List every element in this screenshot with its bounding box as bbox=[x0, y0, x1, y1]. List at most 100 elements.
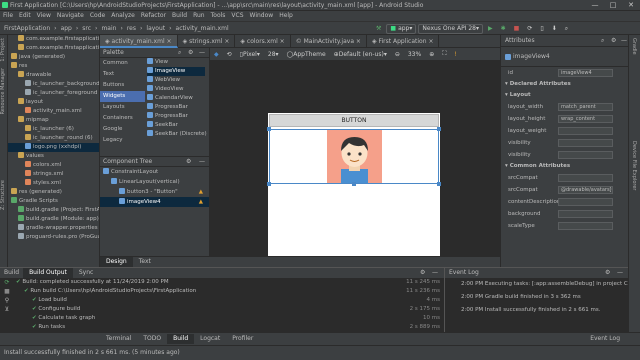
resize-handle[interactable] bbox=[352, 182, 356, 186]
breadcrumb-item[interactable]: layout bbox=[142, 22, 169, 35]
attr-value-input[interactable] bbox=[558, 151, 613, 159]
attr-value-input[interactable] bbox=[558, 198, 613, 206]
pin-icon[interactable]: ⊻ bbox=[5, 306, 9, 315]
palette-item[interactable]: ProgressBar bbox=[147, 112, 205, 121]
stop-icon[interactable]: ■ bbox=[511, 24, 523, 34]
maximize-button[interactable]: □ bbox=[604, 0, 622, 11]
project-tree-item[interactable]: com.example.firstapplication bbox=[8, 35, 99, 44]
settings-icon[interactable]: ⚙ bbox=[611, 37, 616, 44]
zoom-fit-icon[interactable]: ⛶ bbox=[439, 49, 449, 59]
component-tree-item[interactable]: ConstraintLayout bbox=[100, 167, 209, 177]
filter-icon[interactable]: ⚲ bbox=[5, 297, 9, 306]
preview-button[interactable]: BUTTON bbox=[269, 114, 439, 127]
editor-tab[interactable]: © MainActivity.java × bbox=[291, 34, 367, 48]
project-tree-item[interactable]: res bbox=[8, 62, 99, 71]
attr-value-input[interactable]: wrap_content bbox=[558, 115, 613, 123]
resize-handle[interactable] bbox=[267, 182, 271, 186]
tab-design[interactable]: Design bbox=[100, 257, 133, 267]
settings-icon[interactable]: ⚙ bbox=[420, 268, 425, 278]
locale-select[interactable]: ⊕ Default (en-us) ▾ bbox=[331, 49, 390, 59]
tool-tab-todo[interactable]: TODO bbox=[137, 334, 167, 344]
project-tree-item[interactable]: Gradle Scripts bbox=[8, 197, 99, 206]
stop-icon[interactable]: ■ bbox=[4, 288, 10, 297]
tool-tab-event-log[interactable]: Event Log bbox=[584, 334, 626, 344]
build-line[interactable]: ✔ Run tasks 2 s 889 ms bbox=[14, 323, 440, 332]
palette-category[interactable]: Widgets bbox=[100, 91, 145, 102]
project-tree-item[interactable]: styles.xml bbox=[8, 179, 99, 188]
project-tree-item[interactable]: java (generated) bbox=[8, 53, 99, 62]
close-button[interactable]: ✕ bbox=[622, 0, 640, 11]
attr-value-input[interactable] bbox=[558, 222, 613, 230]
menu-build[interactable]: Build bbox=[169, 11, 190, 21]
build-line[interactable]: ✔ Run build C:\Users\hp\AndroidStudioPro… bbox=[14, 287, 440, 296]
debug-icon[interactable]: ✱ bbox=[498, 24, 509, 34]
attr-value-input[interactable]: @drawable/avatars[0] bbox=[558, 186, 613, 194]
attr-section-header[interactable]: ▾ Declared Attributes bbox=[501, 79, 628, 90]
project-tree-item[interactable]: activity_main.xml bbox=[8, 107, 99, 116]
structure-tool-tab[interactable]: Z: Structure bbox=[0, 177, 6, 213]
warning-icon[interactable]: ▲ bbox=[199, 187, 203, 197]
project-tool-tab[interactable]: 1: Project bbox=[0, 35, 6, 65]
device-file-explorer-tab[interactable]: Device File Explorer bbox=[631, 138, 637, 193]
palette-item[interactable]: VideoView bbox=[147, 85, 205, 94]
build-line[interactable]: ✔ Load build 4 ms bbox=[14, 296, 440, 305]
close-icon[interactable]: × bbox=[428, 38, 433, 45]
menu-view[interactable]: View bbox=[34, 11, 54, 21]
resize-handle[interactable] bbox=[267, 127, 271, 131]
rebuild-icon[interactable]: ⟳ bbox=[4, 279, 9, 288]
breadcrumb-item[interactable]: FirstApplication bbox=[0, 22, 54, 35]
tool-tab-terminal[interactable]: Terminal bbox=[100, 334, 137, 344]
menu-run[interactable]: Run bbox=[190, 11, 208, 21]
palette-item[interactable]: SeekBar bbox=[147, 121, 205, 130]
project-tree-item[interactable]: layout bbox=[8, 98, 99, 107]
palette-item[interactable]: WebView bbox=[147, 76, 205, 85]
menu-window[interactable]: Window bbox=[247, 11, 277, 21]
menu-help[interactable]: Help bbox=[276, 11, 296, 21]
tab-sync[interactable]: Sync bbox=[73, 268, 99, 278]
palette-item[interactable]: SeekBar (Discrete) bbox=[147, 130, 207, 139]
project-tree-item[interactable]: gradle-wrapper.properties (Gradle Versio… bbox=[8, 224, 99, 233]
menu-vcs[interactable]: VCS bbox=[228, 11, 246, 21]
close-icon[interactable]: × bbox=[280, 38, 285, 45]
project-tree-item[interactable]: res (generated) bbox=[8, 188, 99, 197]
component-tree-item[interactable]: imageView4 ▲ bbox=[100, 197, 209, 207]
gradle-tool-tab[interactable]: Gradle bbox=[631, 35, 637, 58]
editor-tab[interactable]: ◈ colors.xml × bbox=[235, 34, 291, 48]
attr-value-input[interactable] bbox=[558, 210, 613, 218]
settings-icon[interactable]: ⚙ bbox=[188, 49, 193, 56]
project-tree-item[interactable]: ic_launcher_background bbox=[8, 80, 99, 89]
menu-analyze[interactable]: Analyze bbox=[108, 11, 138, 21]
breadcrumb-item[interactable]: src bbox=[78, 22, 95, 35]
menu-navigate[interactable]: Navigate bbox=[54, 11, 87, 21]
sdk-manager-icon[interactable]: ⬇ bbox=[549, 24, 560, 34]
attr-value-input[interactable] bbox=[558, 174, 613, 182]
tool-tab-profiler[interactable]: Profiler bbox=[226, 334, 259, 344]
attr-value-input[interactable] bbox=[558, 139, 613, 147]
breadcrumb-item[interactable]: app bbox=[57, 22, 76, 35]
sync-icon[interactable]: ⟳ bbox=[524, 24, 535, 34]
attr-section-header[interactable]: ▾ Layout bbox=[501, 90, 628, 101]
palette-item[interactable]: CalendarView bbox=[147, 94, 205, 103]
project-tree-item[interactable]: build.gradle (Module: app) bbox=[8, 215, 99, 224]
menu-file[interactable]: File bbox=[0, 11, 16, 21]
search-icon[interactable]: ⌕ bbox=[178, 49, 181, 57]
hammer-icon[interactable]: ⚒ bbox=[373, 24, 384, 34]
tab-text[interactable]: Text bbox=[133, 257, 157, 267]
run-config-select[interactable]: ■ app ▾ bbox=[386, 23, 417, 34]
project-tree-item[interactable]: ic_launcher_foreground bbox=[8, 89, 99, 98]
minimize-icon[interactable]: — bbox=[621, 37, 627, 44]
component-tree-item[interactable]: LinearLayout(vertical) bbox=[100, 177, 209, 187]
run-icon[interactable]: ▶ bbox=[485, 24, 496, 34]
avd-manager-icon[interactable]: ▯ bbox=[537, 24, 546, 34]
palette-category[interactable]: Text bbox=[100, 69, 145, 80]
palette-category[interactable]: Google bbox=[100, 124, 145, 135]
editor-tab[interactable]: ◈ strings.xml × bbox=[178, 34, 236, 48]
orientation-icon[interactable]: ⟲ bbox=[224, 49, 235, 59]
zoom-out-icon[interactable]: ⊖ bbox=[392, 49, 403, 59]
tool-tab-build[interactable]: Build bbox=[167, 334, 195, 344]
close-icon[interactable]: × bbox=[167, 38, 172, 45]
component-tree-item[interactable]: button3 - "Button" ▲ bbox=[100, 187, 209, 197]
palette-item[interactable]: ProgressBar bbox=[147, 103, 205, 112]
project-tree-item[interactable]: build.gradle (Project: FirstApplication) bbox=[8, 206, 99, 215]
device-select[interactable]: Nexus One API 28 ▾ bbox=[418, 23, 484, 34]
